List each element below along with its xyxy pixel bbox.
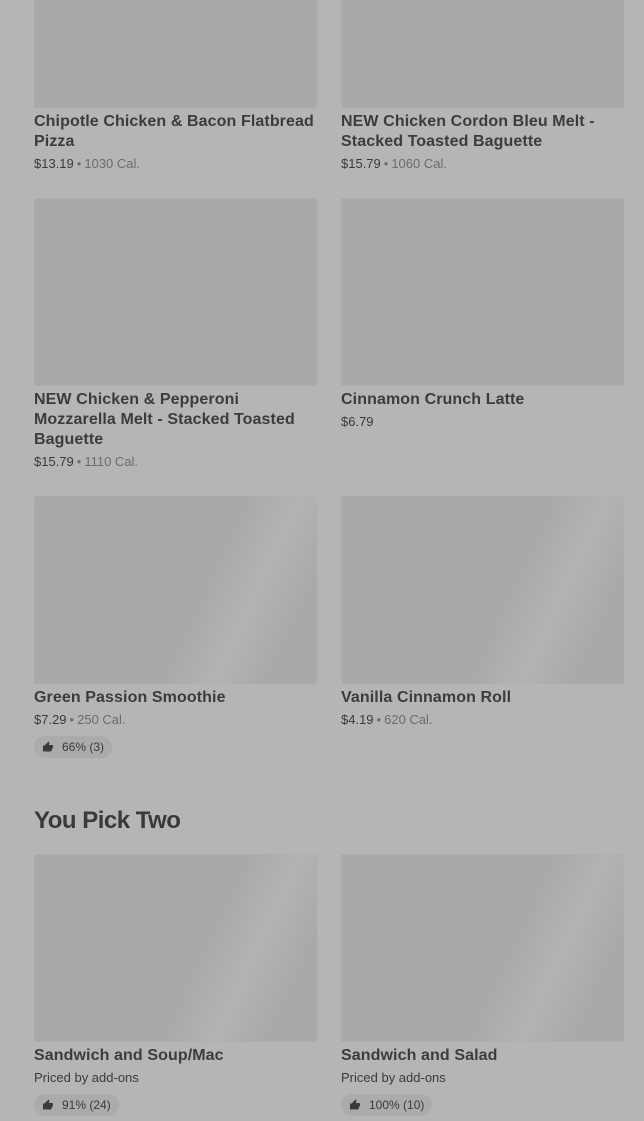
menu-item-card[interactable]: Chipotle Chicken & Bacon Flatbread Pizza… [34, 0, 317, 173]
menu-item-price: $15.79 [34, 454, 74, 469]
menu-item-title: Sandwich and Salad [341, 1047, 498, 1064]
menu-item-card[interactable]: NEW Chicken Cordon Bleu Melt - Stacked T… [341, 0, 624, 173]
menu-item-price: $15.79 [341, 156, 381, 171]
menu-item-meta: $6.79 [341, 413, 624, 431]
menu-item-meta: $15.79 • 1110 Cal. [34, 453, 317, 471]
separator-dot: • [376, 712, 382, 727]
menu-item-image[interactable] [341, 198, 624, 386]
rating-text: 66% (3) [62, 740, 105, 754]
menu-item-price: $4.19 [341, 712, 374, 727]
thumbs-up-icon [350, 1099, 360, 1110]
menu-item-title: NEW Chicken Cordon Bleu Melt - Stacked T… [341, 113, 595, 150]
menu-item-price: $13.19 [34, 156, 74, 171]
separator-dot: • [76, 156, 82, 171]
menu-item-meta: $4.19 • 620 Cal. [341, 711, 624, 729]
menu-item-title: NEW Chicken & Pepperoni Mozzarella Melt … [34, 391, 295, 448]
menu-item-image[interactable] [34, 198, 317, 386]
menu-item-calories: 1110 Cal. [84, 454, 139, 469]
menu-item-card[interactable]: Sandwich and Salad Priced by add-ons 100… [341, 854, 624, 1116]
menu-item-title: Chipotle Chicken & Bacon Flatbread Pizza [34, 113, 314, 150]
separator-dot: • [76, 454, 82, 469]
menu-item-card[interactable]: NEW Chicken & Pepperoni Mozzarella Melt … [34, 198, 317, 471]
menu-item-card[interactable]: Vanilla Cinnamon Roll $4.19 • 620 Cal. [341, 496, 624, 729]
rating-badge: 100% (10) [341, 1094, 433, 1116]
menu-item-price: $7.29 [34, 712, 67, 727]
menu-item-image[interactable] [34, 0, 317, 108]
menu-item-card[interactable]: Sandwich and Soup/Mac Priced by add-ons … [34, 854, 317, 1116]
rating-text: 100% (10) [369, 1098, 425, 1112]
menu-page: Chipotle Chicken & Bacon Flatbread Pizza… [0, 0, 644, 1121]
menu-item-price: $6.79 [341, 414, 374, 429]
menu-item-title: Cinnamon Crunch Latte [341, 391, 525, 408]
menu-item-meta: $15.79 • 1060 Cal. [341, 155, 624, 173]
menu-item-image[interactable] [341, 0, 624, 108]
menu-item-meta: Priced by add-ons [34, 1069, 317, 1087]
menu-item-image[interactable] [34, 496, 317, 684]
menu-item-card[interactable]: Cinnamon Crunch Latte $6.79 [341, 198, 624, 431]
menu-item-image[interactable] [341, 496, 624, 684]
section-heading: You Pick Two [34, 807, 181, 834]
menu-item-card[interactable]: Green Passion Smoothie $7.29 • 250 Cal. 66… [34, 496, 317, 758]
menu-item-image[interactable] [341, 854, 624, 1042]
menu-item-title: Sandwich and Soup/Mac [34, 1047, 224, 1064]
menu-item-image[interactable] [34, 854, 317, 1042]
rating-text: 91% (24) [62, 1098, 111, 1112]
thumbs-up-icon [43, 1099, 53, 1110]
menu-item-price-note: Priced by add-ons [341, 1070, 446, 1085]
menu-item-calories: 1030 Cal. [84, 156, 140, 171]
menu-item-price-note: Priced by add-ons [34, 1070, 139, 1085]
separator-dot: • [69, 712, 75, 727]
menu-item-meta: $13.19 • 1030 Cal. [34, 155, 317, 173]
menu-item-calories: 250 Cal. [77, 712, 126, 727]
menu-item-meta: $7.29 • 250 Cal. [34, 711, 317, 729]
rating-badge: 91% (24) [34, 1094, 119, 1116]
menu-item-calories: 1060 Cal. [391, 156, 447, 171]
menu-item-title: Green Passion Smoothie [34, 689, 226, 706]
rating-badge: 66% (3) [34, 736, 113, 758]
menu-item-calories: 620 Cal. [384, 712, 433, 727]
thumbs-up-icon [43, 741, 53, 752]
separator-dot: • [383, 156, 389, 171]
menu-item-title: Vanilla Cinnamon Roll [341, 689, 512, 706]
menu-item-meta: Priced by add-ons [341, 1069, 624, 1087]
